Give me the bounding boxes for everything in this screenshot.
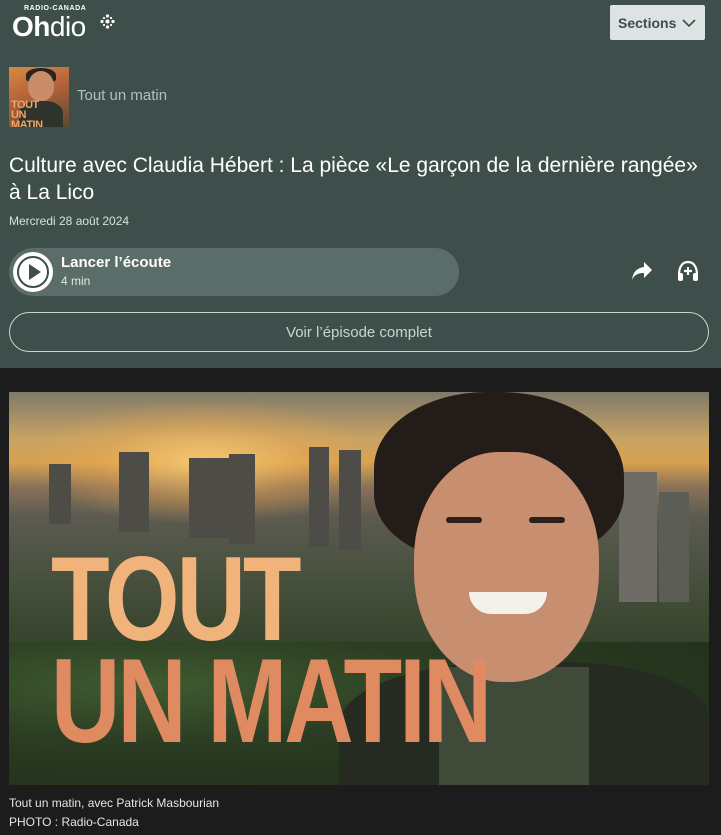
photo-credit: PHOTO : Radio-Canada	[9, 815, 139, 829]
host-brow-left	[446, 517, 482, 523]
ohdio-logo[interactable]: RADIO-CANADA Ohdio	[12, 5, 122, 45]
thumb-title-line2: UN MATIN	[11, 109, 43, 128]
skyline-building	[309, 447, 329, 547]
thumb-title: TOUT UN MATIN	[11, 100, 59, 128]
top-bar: RADIO-CANADA Ohdio Sections	[0, 0, 721, 50]
play-label: Lancer l’écoute	[61, 254, 172, 271]
caption-text: Tout un matin, avec Patrick Masbourian	[9, 796, 220, 810]
episode-card: TOUT UN MATIN Tout un matin Culture avec…	[0, 50, 721, 368]
share-icon[interactable]	[631, 261, 653, 281]
skyline-building	[49, 464, 71, 524]
skyline-building	[189, 458, 229, 538]
skyline-building	[229, 454, 255, 544]
episode-date: Mercredi 28 août 2024	[9, 214, 130, 228]
skyline-building	[659, 492, 689, 602]
show-hero-image: TOUT UN MATIN	[9, 392, 709, 785]
radio-canada-gem-icon	[100, 14, 115, 29]
host-smile	[469, 592, 547, 614]
play-episode-button[interactable]: Lancer l’écoute 4 min	[9, 248, 459, 296]
image-caption: Tout un matin, avec Patrick Masbourian P…	[9, 794, 219, 832]
brand-oh: Oh	[12, 11, 50, 42]
brand-ohdio: Ohdio	[12, 12, 86, 42]
skyline-building	[119, 452, 149, 532]
show-thumbnail[interactable]: TOUT UN MATIN	[9, 67, 69, 127]
episode-duration: 4 min	[61, 274, 91, 288]
play-icon[interactable]	[13, 252, 53, 292]
full-episode-button[interactable]: Voir l’épisode complet	[9, 312, 709, 352]
brand-dio: dio	[49, 11, 86, 42]
skyline-building	[619, 472, 657, 602]
episode-title: Culture avec Claudia Hébert : La pièce «…	[9, 154, 698, 204]
sections-button[interactable]: Sections	[610, 5, 705, 40]
play-triangle	[29, 264, 41, 280]
show-name-link[interactable]: Tout un matin	[77, 87, 167, 104]
chevron-down-icon	[682, 19, 696, 28]
hero-title-line2: UN MATIN	[51, 634, 492, 769]
sections-label: Sections	[618, 14, 677, 31]
host-brow-right	[529, 517, 565, 523]
skyline-building	[339, 450, 361, 550]
listen-later-icon[interactable]	[677, 260, 699, 283]
thumb-face	[28, 71, 54, 101]
